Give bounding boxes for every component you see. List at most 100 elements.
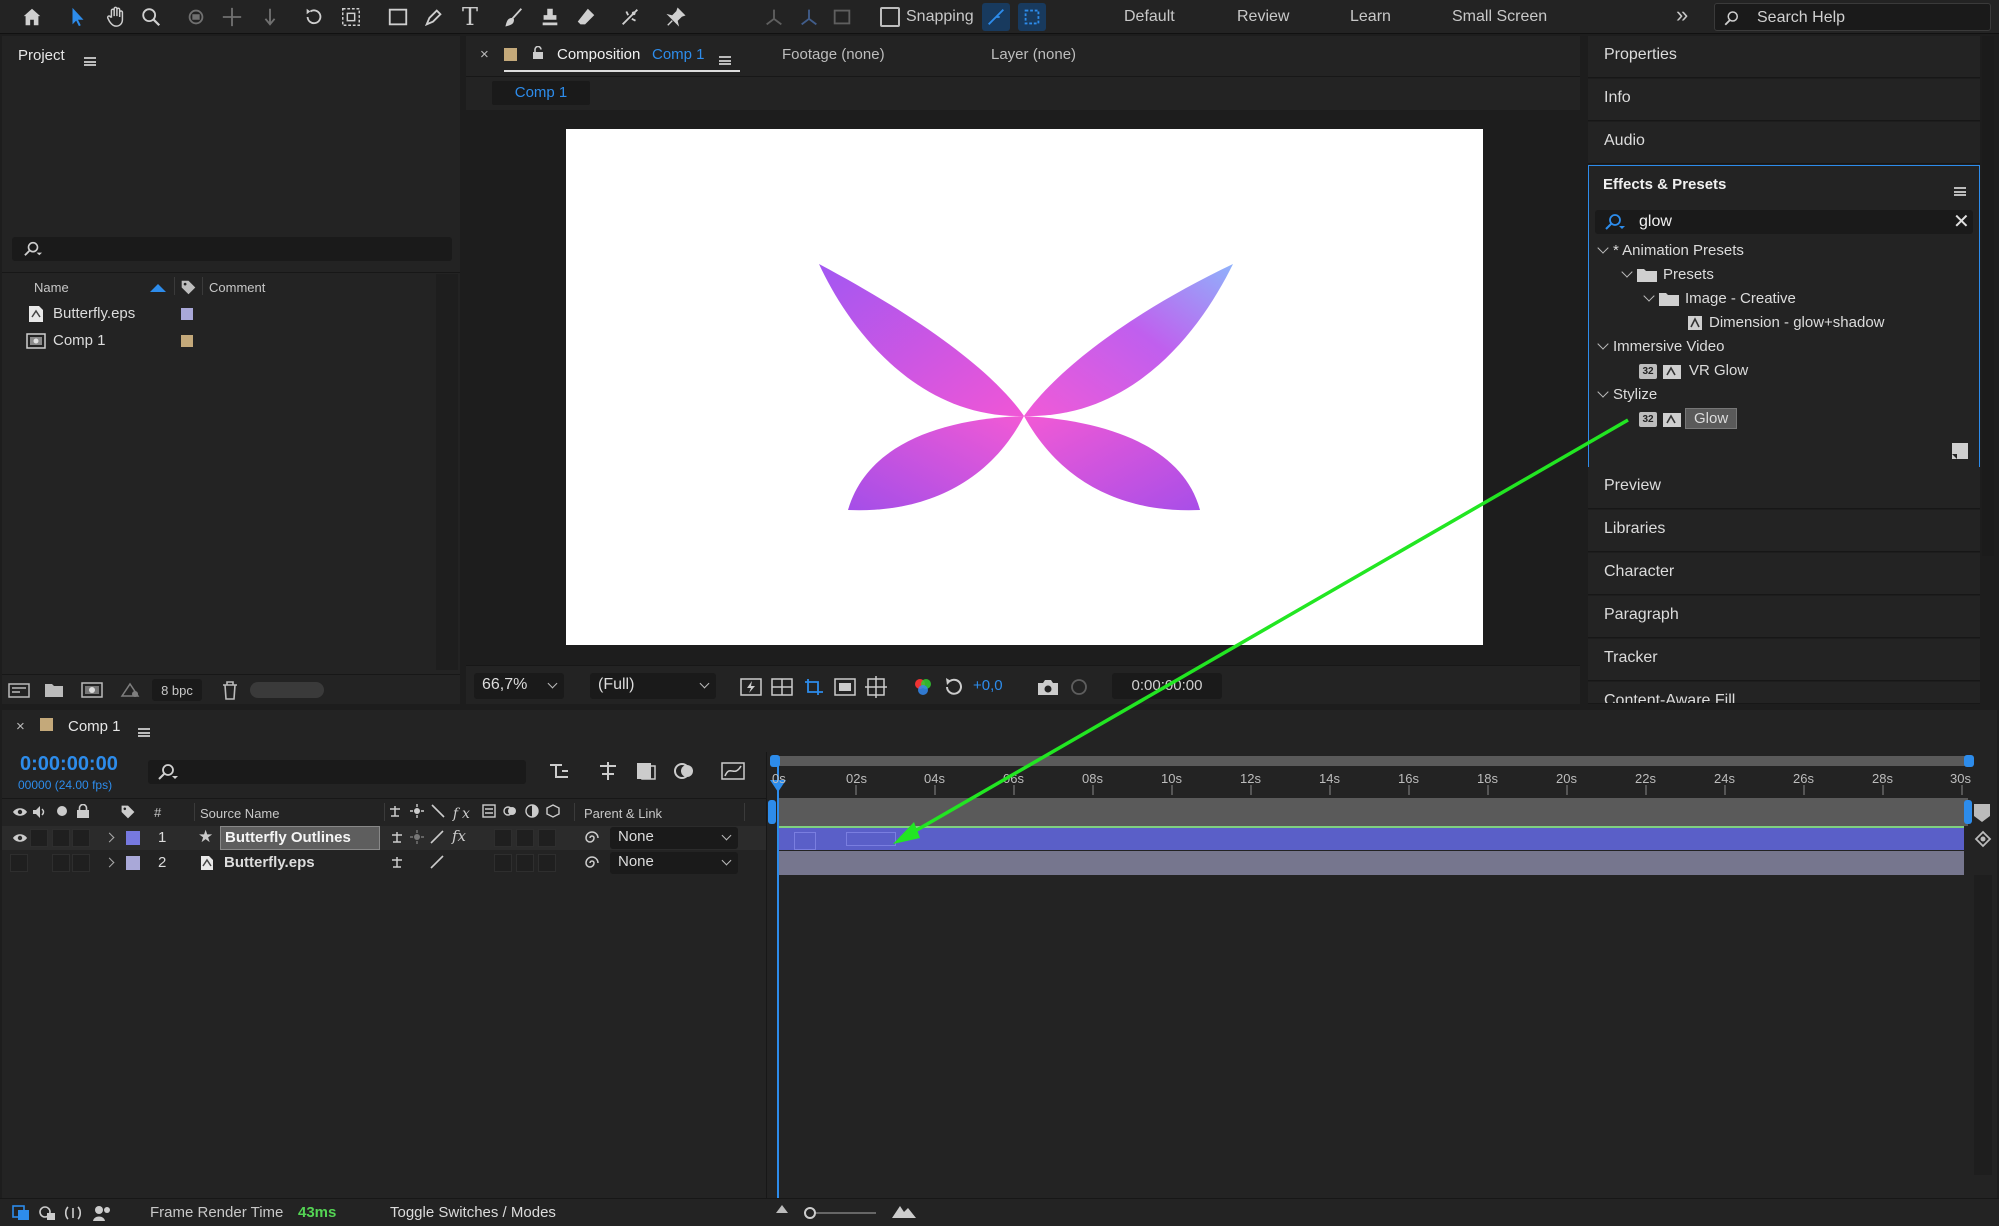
tree-effect-vr-glow[interactable]: 32 VR Glow <box>1639 362 1748 380</box>
graph-editor-icon[interactable] <box>720 760 746 782</box>
time-navigator-bar[interactable] <box>770 755 1974 767</box>
snap-edges-icon[interactable] <box>982 3 1010 31</box>
composition-canvas[interactable] <box>566 129 1483 645</box>
col-comment-header[interactable]: Comment <box>209 280 265 295</box>
grid-guides-icon[interactable] <box>865 676 887 698</box>
timeline-zoom-slider[interactable] <box>806 1212 876 1214</box>
tree-immersive-video[interactable]: Immersive Video <box>1597 338 1724 355</box>
3d-switch[interactable] <box>538 829 556 847</box>
selection-arrow-icon[interactable] <box>64 3 92 31</box>
thumbnail-slider[interactable] <box>250 682 324 698</box>
comp-marker-bin-icon[interactable] <box>1972 802 1992 824</box>
hide-shy-layers-icon[interactable] <box>634 760 658 782</box>
tree-animation-presets[interactable]: * Animation Presets <box>1597 242 1744 259</box>
3d-layer-icon[interactable] <box>546 804 561 818</box>
project-menu-icon[interactable] <box>84 56 96 66</box>
composition-menu-icon[interactable] <box>719 55 731 65</box>
zoom-icon[interactable] <box>137 3 165 31</box>
timeline-tab-label[interactable]: Comp 1 <box>68 718 121 735</box>
puppet-pin-icon[interactable] <box>662 3 690 31</box>
fx-icon[interactable]: fx <box>453 806 474 822</box>
workspace-review[interactable]: Review <box>1237 8 1289 26</box>
video-eye-icon[interactable] <box>12 806 28 818</box>
eraser-icon[interactable] <box>572 3 600 31</box>
panel-character[interactable]: Character <box>1588 553 1980 595</box>
shy-switch-icon[interactable] <box>390 855 404 869</box>
video-eye-icon[interactable] <box>12 832 28 844</box>
hand-icon[interactable] <box>102 3 130 31</box>
expand-layer-chevron[interactable] <box>104 832 115 843</box>
new-composition-icon[interactable] <box>80 680 104 700</box>
fast-previews-icon[interactable] <box>740 677 762 697</box>
rotate-camera-icon[interactable] <box>182 3 210 31</box>
audio-switch[interactable] <box>30 829 48 847</box>
motion-blur-icon[interactable] <box>481 804 496 818</box>
composition-tab-label[interactable]: Composition <box>557 46 640 63</box>
axis-view-icon[interactable] <box>828 3 856 31</box>
panel-paragraph[interactable]: Paragraph <box>1588 596 1980 638</box>
panel-preview[interactable]: Preview <box>1588 467 1980 509</box>
sort-ascending-icon[interactable] <box>150 284 166 292</box>
right-panels-scrollbar[interactable] <box>1982 36 1994 556</box>
clone-stamp-icon[interactable] <box>536 3 564 31</box>
interpret-footage-icon[interactable] <box>8 681 30 699</box>
modes-icon[interactable] <box>38 1205 56 1221</box>
snapping-checkbox[interactable] <box>880 7 900 27</box>
col-source-name[interactable]: Source Name <box>200 806 279 821</box>
project-scrollbar[interactable] <box>436 274 458 670</box>
layer-name[interactable]: Butterfly.eps <box>224 854 315 871</box>
rotation-icon[interactable] <box>300 3 328 31</box>
effects-menu-icon[interactable] <box>1954 186 1966 196</box>
new-bin-icon[interactable] <box>1951 442 1969 460</box>
rectangle-icon[interactable] <box>384 3 412 31</box>
composition-mini-flowchart-icon[interactable] <box>548 761 572 781</box>
timeline-search-input[interactable] <box>148 760 526 784</box>
comp-navigator-tab[interactable]: Comp 1 <box>492 81 590 105</box>
region-of-interest-icon[interactable] <box>803 677 825 697</box>
project-settings-icon[interactable] <box>118 680 142 700</box>
trash-icon[interactable] <box>221 680 239 700</box>
render-time-icon[interactable] <box>92 1204 112 1222</box>
workspace-small-screen[interactable]: Small Screen <box>1452 8 1547 26</box>
in-out-duration-icon[interactable] <box>64 1205 82 1221</box>
fx-switch-icon[interactable]: fx <box>452 827 466 845</box>
viewer-timecode[interactable]: 0:00:00:00 <box>1112 673 1222 699</box>
tree-preset-dimension[interactable]: Dimension - glow+shadow <box>1687 314 1885 331</box>
timeline-current-time[interactable]: 0:00:00:00 <box>20 753 118 776</box>
layer-2-duration-bar[interactable] <box>778 851 1964 875</box>
roto-brush-icon[interactable] <box>616 3 644 31</box>
motion-blur-switch[interactable] <box>494 854 512 872</box>
lock-switch[interactable] <box>72 854 90 872</box>
zoom-out-mountain-icon[interactable] <box>776 1205 788 1213</box>
pen-icon[interactable] <box>420 3 448 31</box>
comp-button-icon[interactable] <box>1972 828 1994 850</box>
draft-3d-icon[interactable] <box>596 760 620 782</box>
adjustment-layer-icon[interactable] <box>525 804 539 818</box>
parent-dropdown[interactable]: None <box>610 827 738 849</box>
bit-depth-button[interactable]: 8 bpc <box>152 679 202 701</box>
panel-info[interactable]: Info <box>1588 79 1980 121</box>
frame-blend-icon[interactable] <box>503 804 517 818</box>
toggle-switches-modes[interactable]: Toggle Switches / Modes <box>390 1204 556 1221</box>
snap-features-icon[interactable] <box>1018 3 1046 31</box>
navigator-end-handle[interactable] <box>1964 755 1974 767</box>
panel-tracker[interactable]: Tracker <box>1588 639 1980 681</box>
snapshot-camera-icon[interactable] <box>1036 677 1060 697</box>
panel-properties[interactable]: Properties <box>1588 36 1980 78</box>
collapse-sun-icon[interactable] <box>409 804 424 818</box>
workspace-learn[interactable]: Learn <box>1350 8 1391 26</box>
panel-audio[interactable]: Audio <box>1588 122 1980 164</box>
collapse-switch-icon[interactable] <box>410 830 424 844</box>
panel-content-aware-fill[interactable]: Content-Aware Fill <box>1588 682 1980 704</box>
lock-icon[interactable] <box>76 804 90 819</box>
mask-visibility-icon[interactable] <box>834 677 856 697</box>
timeline-menu-icon[interactable] <box>138 727 150 737</box>
label-tag-icon[interactable] <box>180 279 197 296</box>
lock-icon[interactable] <box>532 46 544 60</box>
project-item[interactable]: Butterfly.eps <box>2 301 434 327</box>
quality-icon[interactable] <box>431 804 445 818</box>
video-switch[interactable] <box>10 854 28 872</box>
lock-switch[interactable] <box>72 829 90 847</box>
tree-effect-glow[interactable]: 32 Glow <box>1639 408 1738 429</box>
layer-label-color[interactable] <box>126 831 140 845</box>
